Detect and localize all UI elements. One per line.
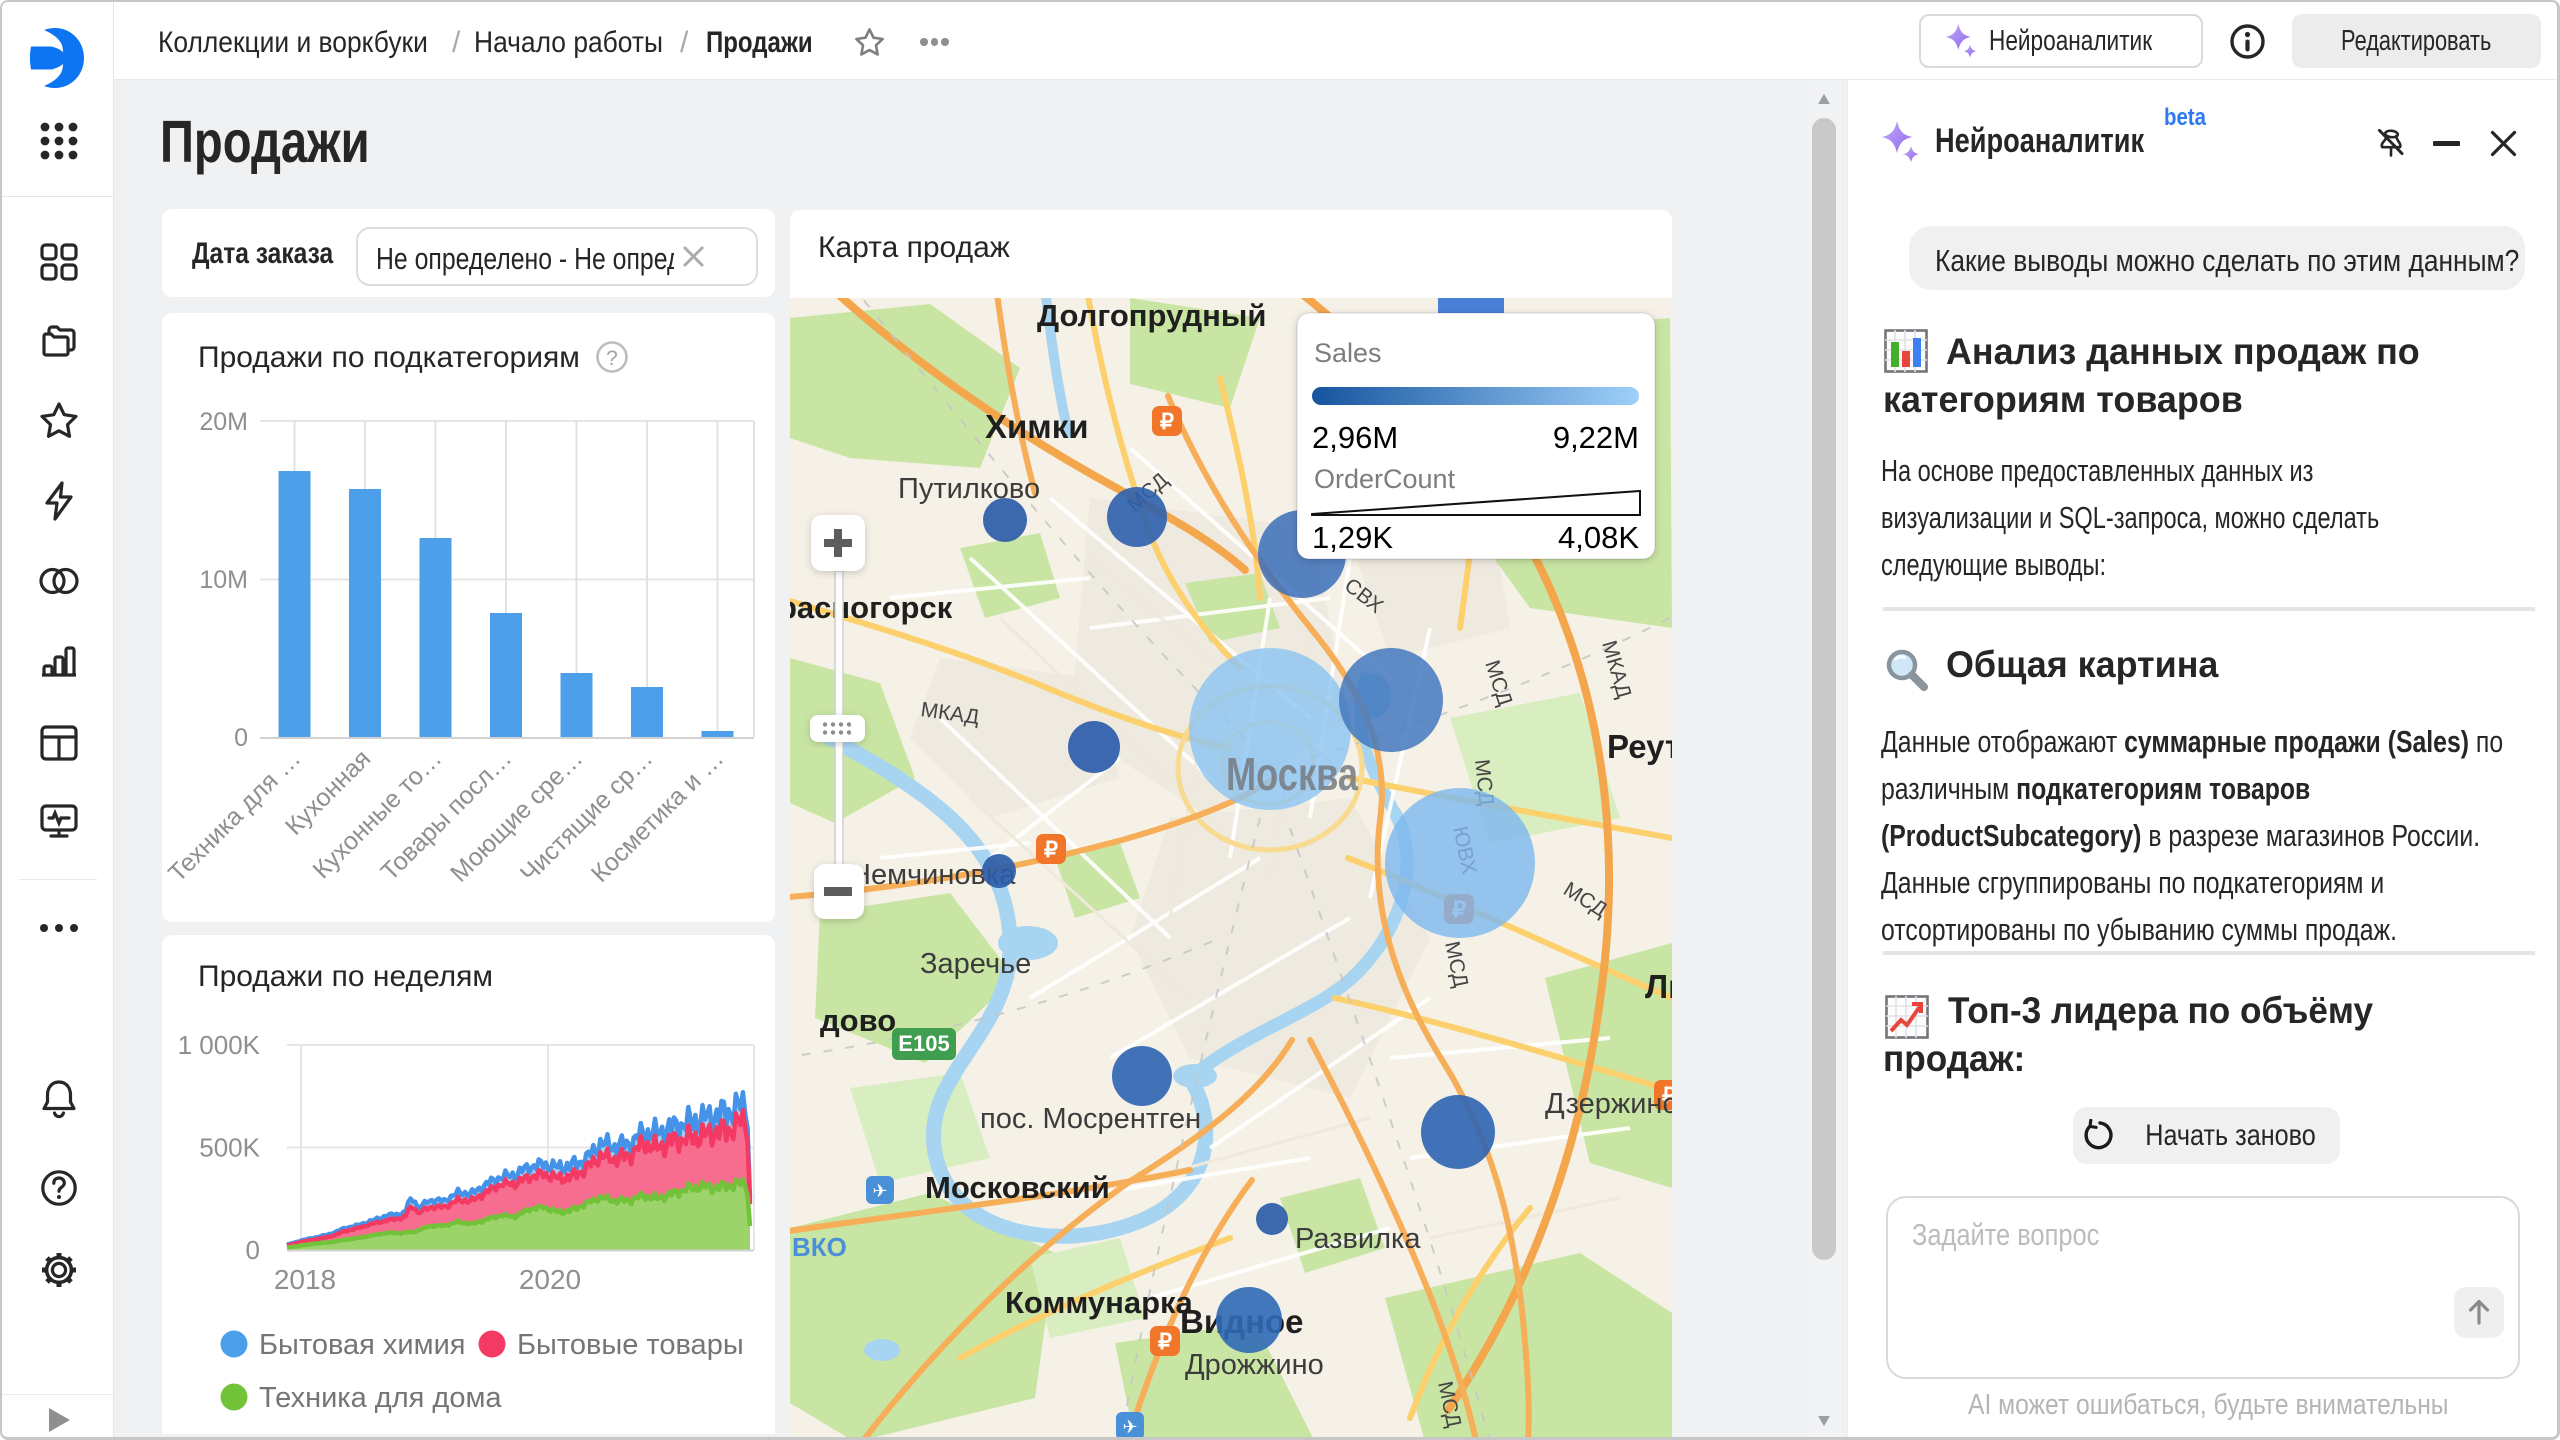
svg-text:✈: ✈	[872, 1181, 887, 1201]
svg-text:500K: 500K	[199, 1133, 260, 1163]
svg-text:E105: E105	[898, 1031, 949, 1056]
svg-text:Заречье: Заречье	[920, 948, 1031, 980]
svg-text:Реутов: Реутов	[1607, 728, 1672, 765]
svg-text:расногорск: расногорск	[790, 590, 953, 625]
svg-text:4,08K: 4,08K	[1558, 520, 1639, 555]
svg-text:дово: дово	[820, 1003, 896, 1038]
svg-text:Путилково: Путилково	[898, 473, 1040, 505]
svg-text:0: 0	[246, 1235, 260, 1265]
svg-text:2020: 2020	[519, 1264, 581, 1295]
svg-text:ВКО: ВКО	[792, 1232, 847, 1262]
svg-text:Дрожжино: Дрожжино	[1185, 1349, 1324, 1381]
svg-text:Sales: Sales	[1314, 338, 1382, 368]
svg-text:1,29K: 1,29K	[1312, 520, 1393, 555]
svg-text:Техника для дома: Техника для дома	[259, 1382, 502, 1414]
svg-text:Дзержинс: Дзержинс	[1545, 1088, 1672, 1120]
svg-text:Развилка: Развилка	[1295, 1223, 1421, 1255]
svg-text:10M: 10M	[199, 566, 248, 594]
svg-text:Москва: Москва	[1226, 748, 1358, 800]
svg-text:Продажи по подкатегориям: Продажи по подкатегориям	[198, 341, 580, 374]
svg-text:✈: ✈	[1122, 1417, 1137, 1437]
svg-text:0: 0	[234, 724, 248, 752]
svg-text:?: ?	[606, 347, 618, 370]
svg-text:2018: 2018	[274, 1264, 336, 1295]
svg-text:Товары посл…: Товары посл…	[375, 744, 517, 886]
svg-text:Косметика и …: Косметика и …	[586, 744, 729, 887]
svg-text:1 000K: 1 000K	[178, 1030, 261, 1060]
svg-text:Долгопрудный: Долгопрудный	[1037, 298, 1266, 333]
svg-text:Химки: Химки	[985, 408, 1089, 445]
svg-text:Бытовые товары: Бытовые товары	[517, 1329, 744, 1361]
svg-text:Продажи по неделям: Продажи по неделям	[198, 960, 493, 993]
svg-text:20M: 20M	[199, 408, 248, 436]
svg-text:Коммунарка: Коммунарка	[1005, 1285, 1194, 1320]
svg-text:пос. Мосрентген: пос. Мосрентген	[980, 1103, 1201, 1135]
svg-text:₽: ₽	[1160, 409, 1174, 434]
svg-text:₽: ₽	[1158, 1329, 1172, 1354]
svg-text:Бытовая химия: Бытовая химия	[259, 1329, 465, 1361]
svg-text:2,96M: 2,96M	[1312, 420, 1398, 455]
svg-text:OrderCount: OrderCount	[1314, 464, 1456, 494]
svg-text:₽: ₽	[1044, 837, 1058, 862]
svg-text:Московский: Московский	[925, 1170, 1110, 1205]
svg-text:9,22M: 9,22M	[1553, 420, 1639, 455]
svg-text:Люб: Люб	[1645, 968, 1672, 1005]
